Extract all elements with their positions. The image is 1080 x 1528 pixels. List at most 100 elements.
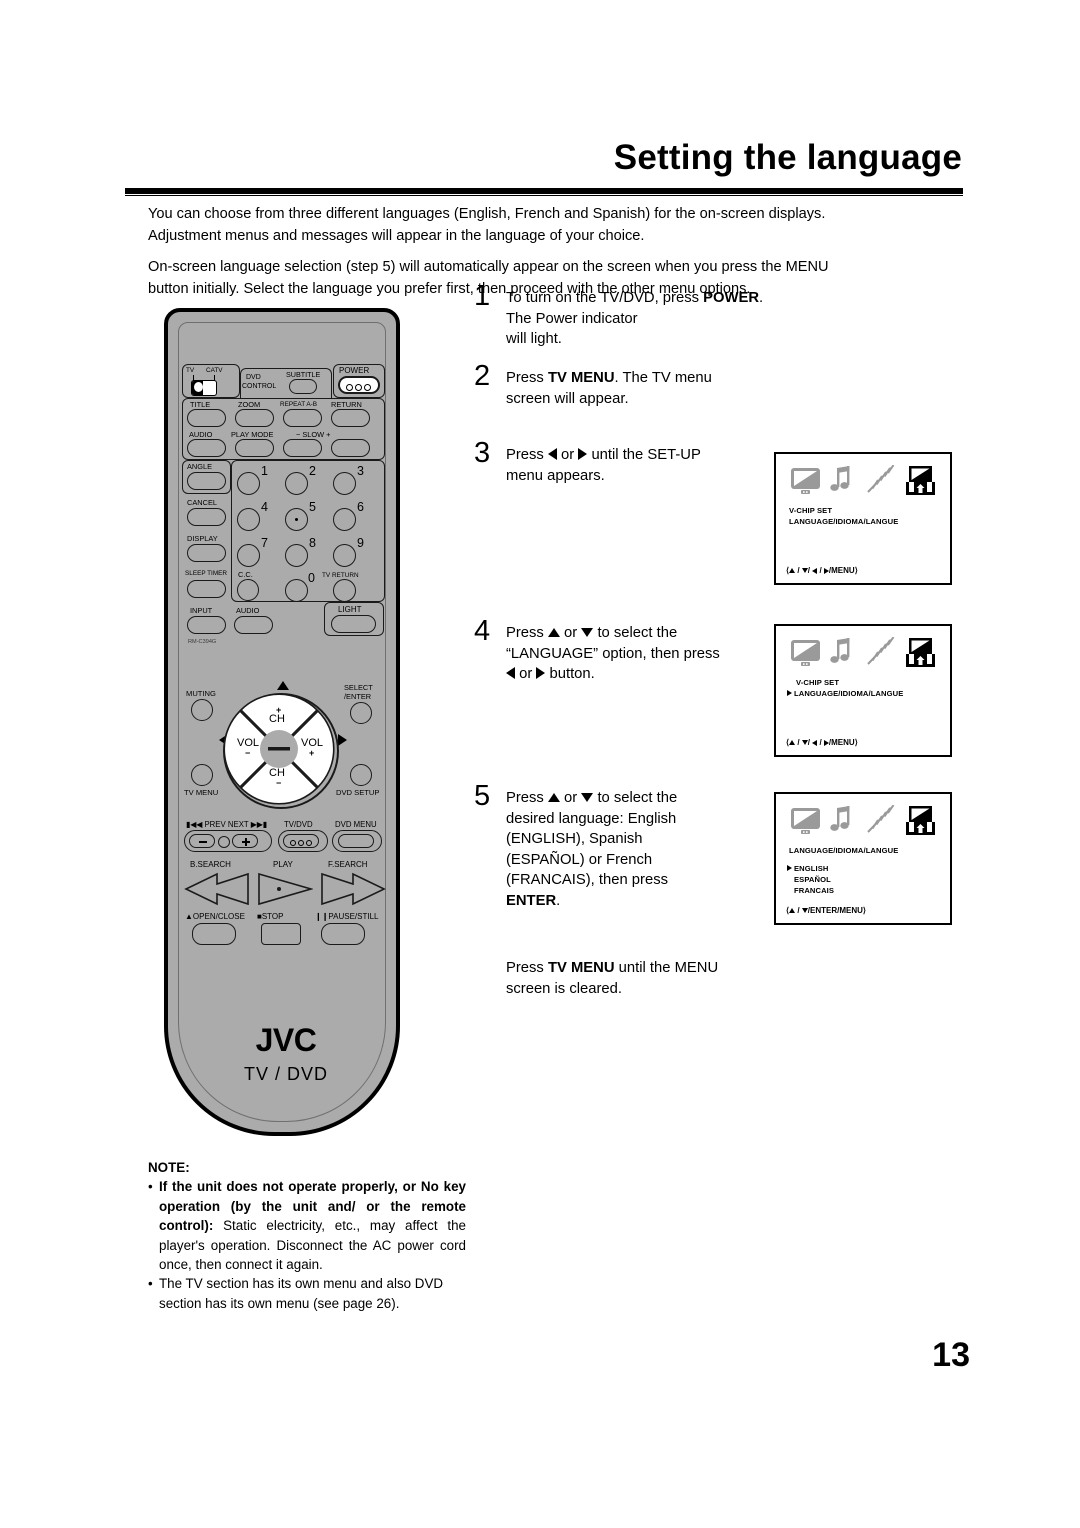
sleep-timer-button[interactable] <box>187 580 226 598</box>
muting-button[interactable] <box>191 699 213 721</box>
page-number: 13 <box>932 1336 970 1374</box>
num-7-label: 7 <box>261 536 268 550</box>
step-5-t8: . <box>556 892 561 909</box>
tv-return-button[interactable] <box>333 579 356 602</box>
osd-screen-setup-menu: V-CHIP SET LANGUAGE/IDIOMA/LANGUE ⟨ / / … <box>774 452 952 585</box>
osd3-title: LANGUAGE/IDIOMA/LANGUE <box>789 846 899 855</box>
step-5-t5: (ENGLISH), Spanish <box>506 831 643 847</box>
angle-key-label: ANGLE <box>187 462 213 471</box>
step-5-t2: or <box>559 790 582 806</box>
zoom-button[interactable] <box>235 409 274 427</box>
tv-dvd-button[interactable] <box>283 834 319 848</box>
tv-icon <box>791 468 820 494</box>
step-5: 5 Press or to select the desired languag… <box>474 782 774 911</box>
f-search-button[interactable] <box>320 872 386 906</box>
play-button[interactable] <box>257 872 313 906</box>
remote-control-illustration: TV CATV DVD CONTROL SUBTITLE POWER TITLE… <box>150 300 406 1145</box>
num-4-button[interactable] <box>237 508 260 531</box>
b-search-button[interactable] <box>184 872 250 906</box>
prev-key-label: PREV <box>204 820 226 829</box>
jvc-logo: JVC <box>255 1022 317 1058</box>
dpad-right-marker-icon <box>338 734 347 746</box>
angle-button[interactable] <box>187 472 226 490</box>
audio-button[interactable] <box>234 616 273 634</box>
tv-menu-button[interactable] <box>191 764 213 786</box>
slow-minus-button[interactable] <box>283 439 322 457</box>
open-close-button[interactable] <box>192 923 236 945</box>
step-3-t4: menu appears. <box>506 467 605 484</box>
light-button[interactable] <box>331 615 376 633</box>
remote-model-number: RM-C394G <box>188 639 217 645</box>
subtitle-button[interactable] <box>289 379 317 394</box>
num-4-label: 4 <box>261 500 268 514</box>
num-7-button[interactable] <box>237 544 260 567</box>
play-mode-button[interactable] <box>235 439 274 457</box>
pause-still-text: PAUSE/STILL <box>328 912 379 921</box>
repeat-ab-button[interactable] <box>283 409 322 427</box>
return-button[interactable] <box>331 409 370 427</box>
power-key-label: POWER <box>339 366 370 375</box>
dvd-control-label-line2: CONTROL <box>242 383 277 390</box>
num-2-label: 2 <box>309 464 316 478</box>
osd3-option-english-label: ENGLISH <box>794 864 829 873</box>
setup-box-icon <box>906 806 935 835</box>
step-text: Press or to select the “LANGUAGE” option… <box>506 623 774 685</box>
num-3-button[interactable] <box>333 472 356 495</box>
osd3-option-english: ENGLISH <box>787 864 828 873</box>
title-button[interactable] <box>187 409 226 427</box>
step-5-t7: (FRANCAIS), then press <box>506 872 668 888</box>
left-arrow-icon <box>547 448 557 461</box>
dvd-setup-button[interactable] <box>350 764 372 786</box>
open-close-text: OPEN/CLOSE <box>192 912 245 921</box>
display-button[interactable] <box>187 544 226 562</box>
setup-box-icon <box>906 638 935 667</box>
slow-plus-button[interactable] <box>331 439 370 457</box>
pause-still-button[interactable] <box>321 923 365 945</box>
cancel-button[interactable] <box>187 508 226 526</box>
next-button[interactable] <box>232 834 258 848</box>
prev-button[interactable] <box>189 834 215 848</box>
num-1-button[interactable] <box>237 472 260 495</box>
music-note-icon <box>830 806 850 831</box>
num-6-button[interactable] <box>333 508 356 531</box>
dvd-menu-button[interactable] <box>338 834 374 848</box>
select-enter-label-1: SELECT <box>344 683 373 692</box>
muting-key-label: MUTING <box>186 689 216 698</box>
intro-line-2: Adjustment menus and messages will appea… <box>148 227 645 244</box>
num-9-button[interactable] <box>333 544 356 567</box>
step-5-enter-key: ENTER <box>506 892 557 909</box>
step-number: 4 <box>474 615 491 647</box>
osd-icon-row <box>790 804 940 837</box>
stop-button[interactable] <box>261 923 301 945</box>
tv-icon <box>791 640 820 666</box>
num-6-label: 6 <box>357 500 364 514</box>
step-5-t6: (ESPAÑOL) or French <box>506 851 653 868</box>
note-list: If the unit does not operate properly, o… <box>148 1177 466 1313</box>
down-arrow-icon <box>581 627 594 637</box>
stop-key-label: ■STOP <box>257 912 283 921</box>
header-rule-thin <box>125 195 963 196</box>
input-button[interactable] <box>187 616 226 634</box>
right-arrow-icon <box>578 448 588 461</box>
num-0-button[interactable] <box>285 579 308 602</box>
tv-catv-slider[interactable] <box>191 380 217 396</box>
num-3-label: 3 <box>357 464 364 478</box>
step-text: To turn on the TV/DVD, press POWER. The … <box>506 288 774 350</box>
num-2-button[interactable] <box>285 472 308 495</box>
osd1-footer-hint: ⟨ / / / /MENU⟩ <box>786 566 858 575</box>
num-8-button[interactable] <box>285 544 308 567</box>
cancel-key-label: CANCEL <box>187 498 217 507</box>
up-arrow-icon <box>789 908 796 914</box>
power-button[interactable] <box>338 376 380 394</box>
closing-t3: screen is cleared. <box>506 980 622 997</box>
ch-down-sign: − <box>276 778 282 788</box>
osd2-line-2-label: LANGUAGE/IDIOMA/LANGUE <box>794 689 904 698</box>
osd3-option-espanol: ESPAÑOL <box>794 875 831 884</box>
step-4-t6: button. <box>545 666 595 682</box>
osd2-footer-hint: ⟨ / / / /MENU⟩ <box>786 738 858 747</box>
tv-switch-label: TV <box>186 367 195 374</box>
prev-next-center-dot <box>218 836 230 848</box>
audio-dvd-button[interactable] <box>187 439 226 457</box>
select-enter-button[interactable] <box>350 702 372 724</box>
num-5-button[interactable] <box>285 508 308 531</box>
